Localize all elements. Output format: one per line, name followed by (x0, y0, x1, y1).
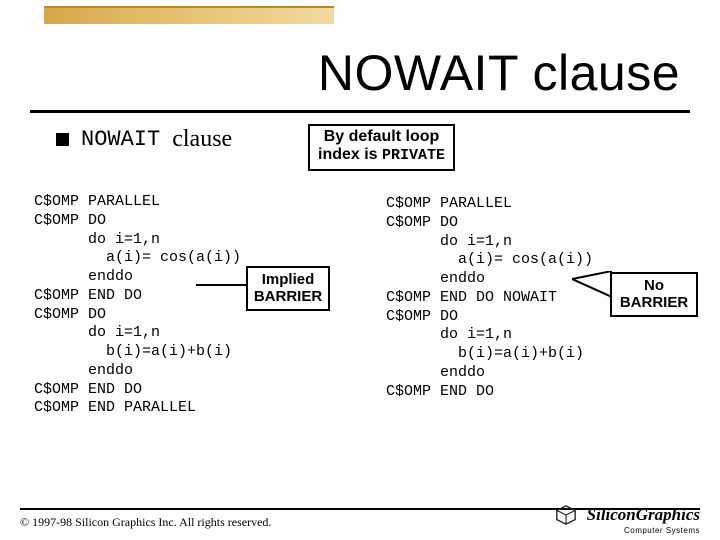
subheading: NOWAIT clause (56, 126, 232, 153)
page-title: NOWAIT clause (318, 44, 680, 102)
sgi-logo: SiliconGraphics Computer Systems (555, 504, 700, 535)
note-line2a: index is (318, 146, 382, 163)
note-no-barrier: No BARRIER (610, 272, 698, 317)
cube-icon (555, 504, 577, 526)
subhead-keyword: NOWAIT (81, 127, 160, 152)
bullet-icon (56, 133, 69, 146)
note-line2b: PRIVATE (382, 147, 445, 164)
copyright: © 1997-98 Silicon Graphics Inc. All righ… (20, 515, 271, 530)
note-line1: By default loop (324, 128, 440, 145)
nob-l2: BARRIER (620, 294, 688, 311)
implied-l1: Implied (262, 271, 315, 288)
note-private-index: By default loop index is PRIVATE (308, 124, 455, 171)
title-rule (30, 110, 690, 113)
callout-pointer (572, 271, 612, 301)
connector-line (196, 284, 246, 286)
accent-bar (44, 6, 334, 24)
nob-l1: No (644, 277, 664, 294)
logo-brand: SiliconGraphics (587, 505, 700, 525)
implied-l2: BARRIER (254, 288, 322, 305)
note-implied-barrier: Implied BARRIER (246, 266, 330, 311)
content-area: NOWAIT clause By default loop index is P… (30, 120, 700, 490)
logo-sub: Computer Systems (555, 526, 700, 535)
subhead-word: clause (172, 126, 232, 153)
